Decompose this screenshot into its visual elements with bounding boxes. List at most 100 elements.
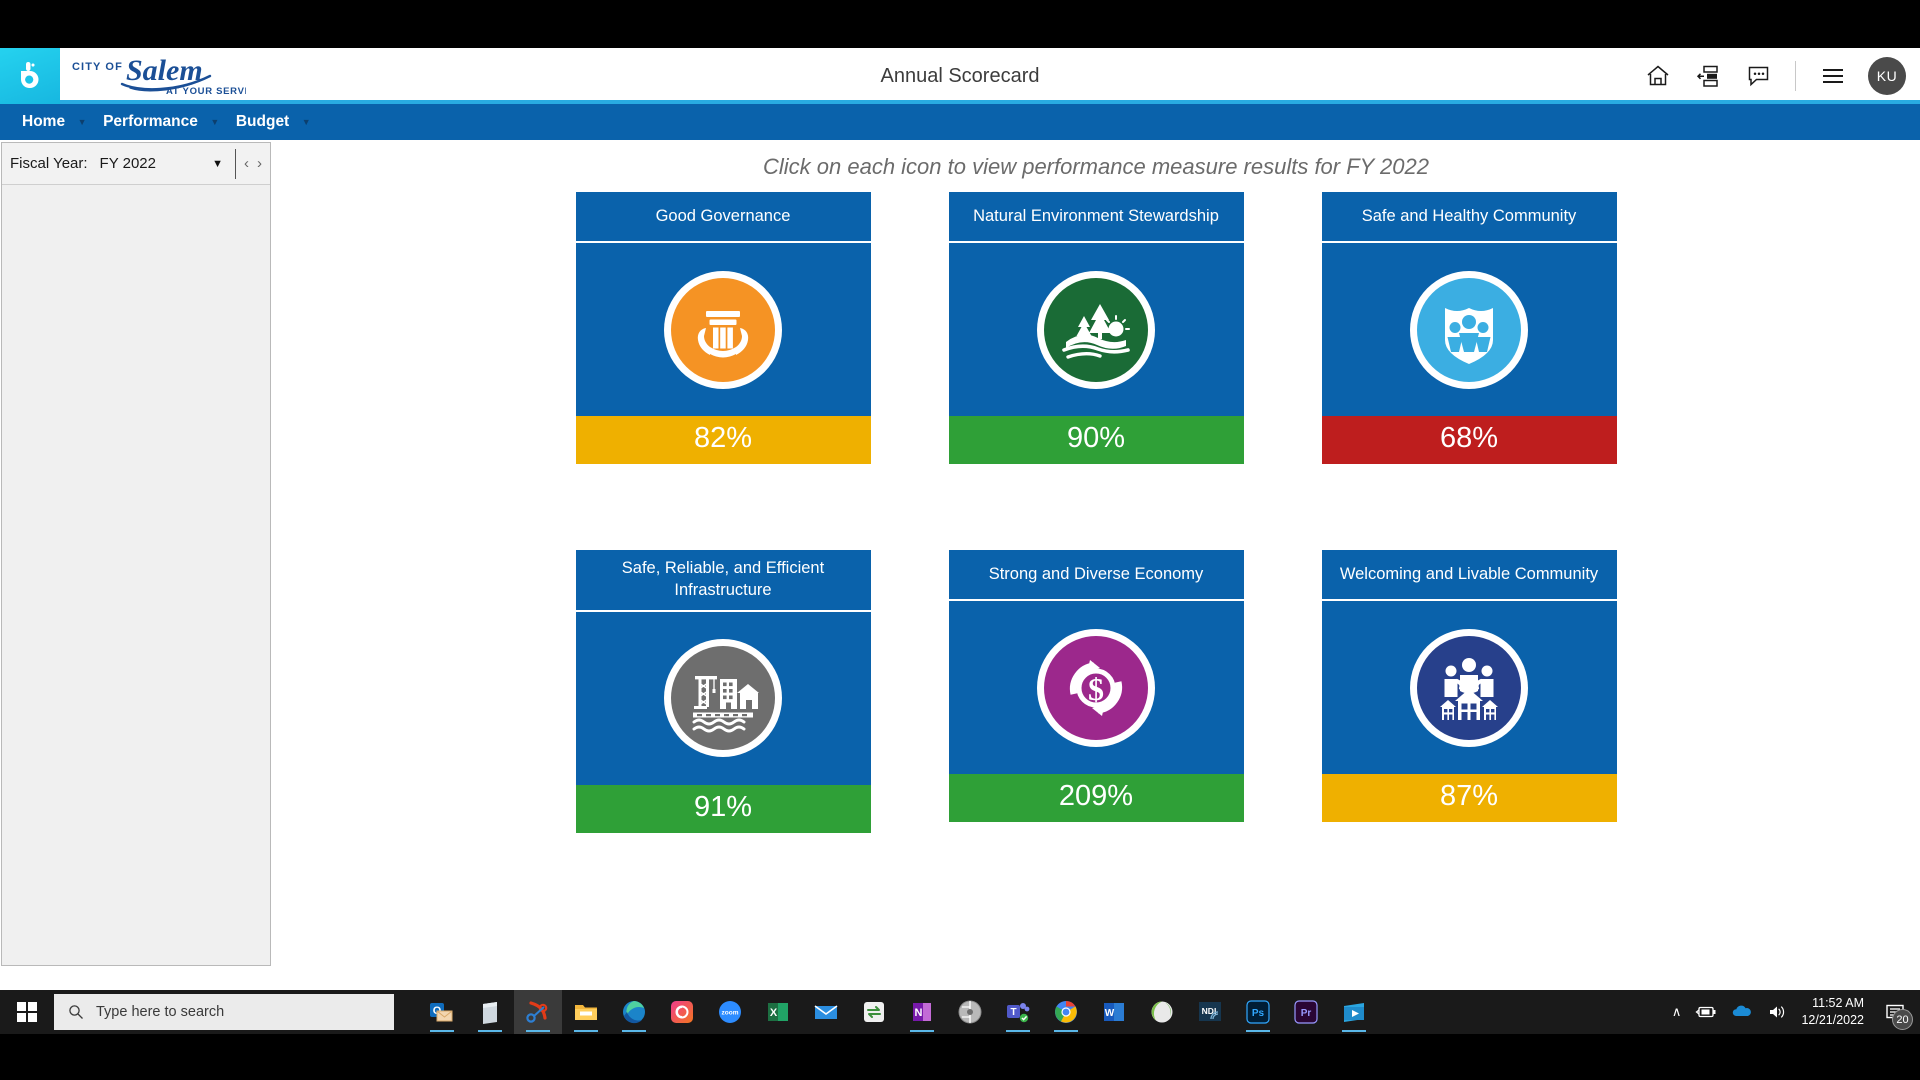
scorecard-row: Safe, Reliable, and Efficient Infrastruc… bbox=[575, 550, 1617, 833]
windows-taskbar: Type here to search O bbox=[0, 990, 1920, 1034]
chevron-down-icon[interactable]: ▼ bbox=[297, 117, 315, 127]
volume-icon[interactable] bbox=[1767, 1004, 1787, 1020]
nav-item-home[interactable]: Home ▼ bbox=[14, 113, 91, 131]
fiscal-year-value[interactable]: FY 2022 bbox=[88, 155, 156, 172]
safety-shield-people-icon bbox=[1417, 277, 1521, 382]
scorecard-card-natural-environment-stewardship[interactable]: Natural Environment Stewardship 90% bbox=[948, 192, 1244, 464]
home-icon[interactable] bbox=[1643, 61, 1673, 91]
screen: CITY OF Salem AT YOUR SERVICE Annual Sco… bbox=[0, 0, 1920, 1080]
card-value: 82% bbox=[575, 416, 871, 464]
mail-icon[interactable] bbox=[802, 990, 850, 1034]
video-player-icon[interactable] bbox=[1330, 990, 1378, 1034]
nav-item-performance[interactable]: Performance ▼ bbox=[95, 113, 224, 131]
card-title: Strong and Diverse Economy bbox=[948, 550, 1244, 599]
chevron-down-icon[interactable]: ▼ bbox=[200, 158, 235, 170]
page-title-container: Annual Scorecard bbox=[0, 48, 1920, 104]
infrastructure-crane-bridge-icon bbox=[671, 646, 775, 751]
card-value: 68% bbox=[1321, 416, 1617, 464]
chevron-down-icon[interactable]: ▼ bbox=[73, 117, 91, 127]
environment-trees-sun-icon bbox=[1044, 277, 1148, 382]
hamburger-menu-icon[interactable] bbox=[1818, 61, 1848, 91]
icon-badge bbox=[664, 639, 782, 758]
scorecard-card-good-governance[interactable]: Good Governance 82% bbox=[575, 192, 871, 464]
excel-icon[interactable]: X bbox=[754, 990, 802, 1034]
microsoft-edge-icon[interactable] bbox=[610, 990, 658, 1034]
svg-text:Pr: Pr bbox=[1301, 1008, 1312, 1019]
svg-text:T: T bbox=[1010, 1007, 1016, 1018]
card-icon-area[interactable] bbox=[575, 241, 871, 416]
windows-start-button[interactable] bbox=[0, 990, 54, 1034]
user-avatar[interactable]: KU bbox=[1868, 57, 1906, 95]
globe-icon[interactable] bbox=[1138, 990, 1186, 1034]
notification-center-button[interactable]: 20 bbox=[1878, 995, 1913, 1030]
app-header: CITY OF Salem AT YOUR SERVICE Annual Sco… bbox=[0, 48, 1920, 104]
comment-icon[interactable] bbox=[1743, 61, 1773, 91]
search-icon bbox=[69, 1005, 83, 1019]
photoshop-icon[interactable]: Ps bbox=[1234, 990, 1282, 1034]
fiscal-year-filter: Fiscal Year: FY 2022 ▼ ‹ › bbox=[2, 143, 270, 185]
scorecard-card-safe-reliable-and-efficient-infrastructure[interactable]: Safe, Reliable, and Efficient Infrastruc… bbox=[575, 550, 871, 833]
taskbar-clock[interactable]: 11:52 AM 12/21/2022 bbox=[1801, 995, 1864, 1029]
snipping-tool-icon[interactable] bbox=[514, 990, 562, 1034]
taskbar-search-input[interactable]: Type here to search bbox=[54, 994, 394, 1030]
file-explorer-icon[interactable] bbox=[562, 990, 610, 1034]
zoom-icon[interactable]: zoom bbox=[706, 990, 754, 1034]
card-icon-area[interactable] bbox=[948, 241, 1244, 416]
clock-time: 11:52 AM bbox=[1812, 996, 1864, 1011]
app-logo-tile[interactable] bbox=[0, 48, 60, 104]
icon-badge: $ bbox=[1037, 628, 1155, 747]
card-icon-area[interactable] bbox=[575, 609, 871, 785]
chevron-down-icon[interactable]: ▼ bbox=[206, 117, 224, 127]
disc-icon[interactable] bbox=[946, 990, 994, 1034]
svg-text:N: N bbox=[915, 1007, 923, 1019]
premiere-icon[interactable]: Pr bbox=[1282, 990, 1330, 1034]
icon-badge bbox=[1037, 270, 1155, 389]
card-title: Safe, Reliable, and Efficient Infrastruc… bbox=[575, 550, 871, 610]
fiscal-year-label: Fiscal Year: bbox=[10, 155, 88, 172]
nav-item-performance-label: Performance bbox=[103, 113, 198, 130]
scorecard-card-safe-and-healthy-community[interactable]: Safe and Healthy Community 68% bbox=[1321, 192, 1617, 464]
card-icon-area[interactable]: $ bbox=[948, 599, 1244, 774]
nav-item-budget[interactable]: Budget ▼ bbox=[228, 113, 315, 131]
system-tray: ∧ 11:52 AM 12/21/2022 20 bbox=[1672, 990, 1920, 1034]
outlook-icon[interactable]: O bbox=[418, 990, 466, 1034]
word-document-icon[interactable] bbox=[466, 990, 514, 1034]
card-icon-area[interactable] bbox=[1321, 599, 1617, 774]
adobe-creative-cloud-icon[interactable] bbox=[658, 990, 706, 1034]
scorecard-row: Good Governance 82% Natural Environment … bbox=[575, 192, 1617, 464]
google-chrome-icon[interactable] bbox=[1042, 990, 1090, 1034]
icon-badge bbox=[1410, 270, 1528, 389]
city-of-salem-logo[interactable]: CITY OF Salem AT YOUR SERVICE bbox=[60, 48, 250, 104]
ndi-icon[interactable]: NDI bbox=[1186, 990, 1234, 1034]
dashboard-icon[interactable] bbox=[1693, 61, 1723, 91]
icon-badge bbox=[664, 270, 782, 389]
search-placeholder: Type here to search bbox=[96, 1004, 225, 1020]
svg-text:$: $ bbox=[1088, 671, 1104, 707]
svg-text:NDI: NDI bbox=[1202, 1006, 1217, 1016]
clock-date: 12/21/2022 bbox=[1801, 1013, 1864, 1027]
logo-salem-text: Salem bbox=[126, 54, 203, 87]
instructions-text: Click on each icon to view performance m… bbox=[762, 154, 1429, 179]
card-title: Safe and Healthy Community bbox=[1321, 192, 1617, 241]
taskbar-app-buttons: O bbox=[418, 990, 1378, 1034]
onedrive-icon[interactable] bbox=[1731, 1004, 1753, 1020]
next-year-chevron-icon[interactable]: › bbox=[257, 155, 262, 172]
word-icon[interactable]: W bbox=[1090, 990, 1138, 1034]
svg-text:zoom: zoom bbox=[722, 1010, 739, 1017]
battery-charging-icon[interactable] bbox=[1695, 1004, 1717, 1020]
prev-year-chevron-icon[interactable]: ‹ bbox=[244, 155, 249, 172]
nav-item-budget-label: Budget bbox=[235, 113, 290, 130]
scorecard-card-strong-and-diverse-economy[interactable]: Strong and Diverse Economy $ 209% bbox=[948, 550, 1244, 833]
card-title: Natural Environment Stewardship bbox=[948, 192, 1244, 241]
microsoft-teams-icon[interactable]: T bbox=[994, 990, 1042, 1034]
card-title: Welcoming and Livable Community bbox=[1321, 550, 1617, 599]
avatar-initials: KU bbox=[1876, 68, 1898, 84]
show-hidden-icons-chevron[interactable]: ∧ bbox=[1672, 1004, 1682, 1020]
notification-count-badge: 20 bbox=[1892, 1009, 1913, 1030]
sync-app-icon[interactable] bbox=[850, 990, 898, 1034]
scorecard-card-welcoming-and-livable-community[interactable]: Welcoming and Livable Community 87% bbox=[1321, 550, 1617, 833]
onenote-icon[interactable]: N bbox=[898, 990, 946, 1034]
page-title: Annual Scorecard bbox=[880, 64, 1040, 87]
card-icon-area[interactable] bbox=[1321, 241, 1617, 416]
logo-tagline-text: AT YOUR SERVICE bbox=[166, 86, 246, 97]
